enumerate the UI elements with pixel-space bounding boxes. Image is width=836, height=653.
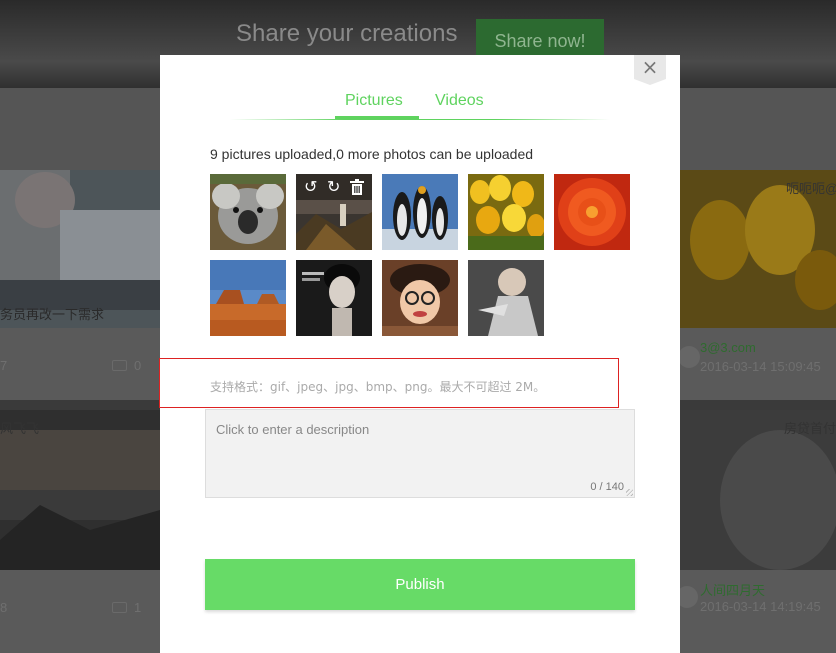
media-tabs: Pictures Videos [160, 88, 680, 122]
woman-sparkle-image [468, 260, 544, 336]
feed-card-comments: 1 [134, 600, 142, 615]
feed-card[interactable]: 呃呃呃@ 3@3.com 2016-03-14 15:09:45 [678, 170, 836, 400]
active-tab-indicator [335, 116, 419, 119]
thumbnail-woman-sparkle[interactable] [468, 260, 544, 336]
close-icon[interactable]: × [634, 55, 666, 79]
feed-card-tag: 房贷首付 [784, 421, 836, 436]
thumbnail-chrysanthemum[interactable] [554, 174, 630, 250]
thumbnail-koala[interactable] [210, 174, 286, 250]
feed-card-tag: 风飞飞 [0, 421, 40, 436]
chrysanthemum-image [554, 174, 630, 250]
feed-card-date: 2016-03-14 14:19:45 [700, 599, 821, 614]
feed-card-comments: 0 [134, 358, 142, 373]
thumbnail-lighthouse[interactable]: ↺ ↻ [296, 174, 372, 250]
close-tab[interactable]: × [634, 55, 666, 85]
feed-card-likes: 8 [0, 600, 8, 615]
koala-image [210, 174, 286, 250]
tabs-divider [230, 119, 610, 120]
rotate-left-icon[interactable]: ↺ [304, 177, 317, 196]
feed-card[interactable]: 风飞飞 8 1 [0, 410, 160, 653]
thumbnail-desert[interactable] [210, 260, 286, 336]
tulips-image [468, 174, 544, 250]
resize-grip-icon[interactable] [626, 489, 633, 496]
description-input[interactable] [206, 410, 634, 497]
thumbnail-tulips[interactable] [468, 174, 544, 250]
format-hint: 支持格式：gif、jpeg、jpg、bmp、png。最大不可超过 2M。 [210, 380, 546, 394]
feed-card-user[interactable]: 人间四月天 [700, 580, 765, 599]
avatar [678, 346, 700, 368]
feed-card-caption: 务员再改一下需求 [0, 307, 105, 322]
share-now-button[interactable]: Share now! [476, 19, 604, 59]
format-hint-box: 支持格式：gif、jpeg、jpg、bmp、png。最大不可超过 2M。 [159, 358, 619, 408]
feed-card-likes: 7 [0, 358, 8, 373]
rotate-right-icon[interactable]: ↻ [327, 177, 340, 196]
upload-status: 9 pictures uploaded,0 more photos can be… [210, 146, 534, 162]
thumbnail-girl-with-glasses[interactable] [382, 260, 458, 336]
tab-videos[interactable]: Videos [435, 92, 484, 110]
feed-card[interactable]: 房贷首付 人间四月天 2016-03-14 14:19:45 [676, 410, 836, 653]
thumbnail-portrait-woman[interactable] [296, 260, 372, 336]
character-count: 0 / 140 [590, 481, 624, 493]
portrait-woman-image [296, 260, 372, 336]
feed-card-user[interactable]: 3@3.com [700, 340, 756, 355]
publish-button[interactable]: Publish [205, 559, 635, 610]
penguins-image [382, 174, 458, 250]
description-field[interactable]: 0 / 140 [205, 409, 635, 498]
desert-image [210, 260, 286, 336]
feed-card[interactable]: 务员再改一下需求 7 0 [0, 170, 160, 400]
girl-with-glasses-image [382, 260, 458, 336]
banner-title: Share your creations [236, 20, 458, 47]
delete-icon[interactable] [350, 179, 364, 199]
feed-card-date: 2016-03-14 15:09:45 [700, 359, 821, 374]
thumbnail-toolbar: ↺ ↻ [296, 174, 372, 200]
thumbnail-penguins[interactable] [382, 174, 458, 250]
comment-icon [112, 602, 127, 613]
feed-card-tag: 呃呃呃@ [786, 181, 836, 196]
tab-pictures[interactable]: Pictures [345, 92, 403, 110]
comment-icon [112, 360, 127, 371]
